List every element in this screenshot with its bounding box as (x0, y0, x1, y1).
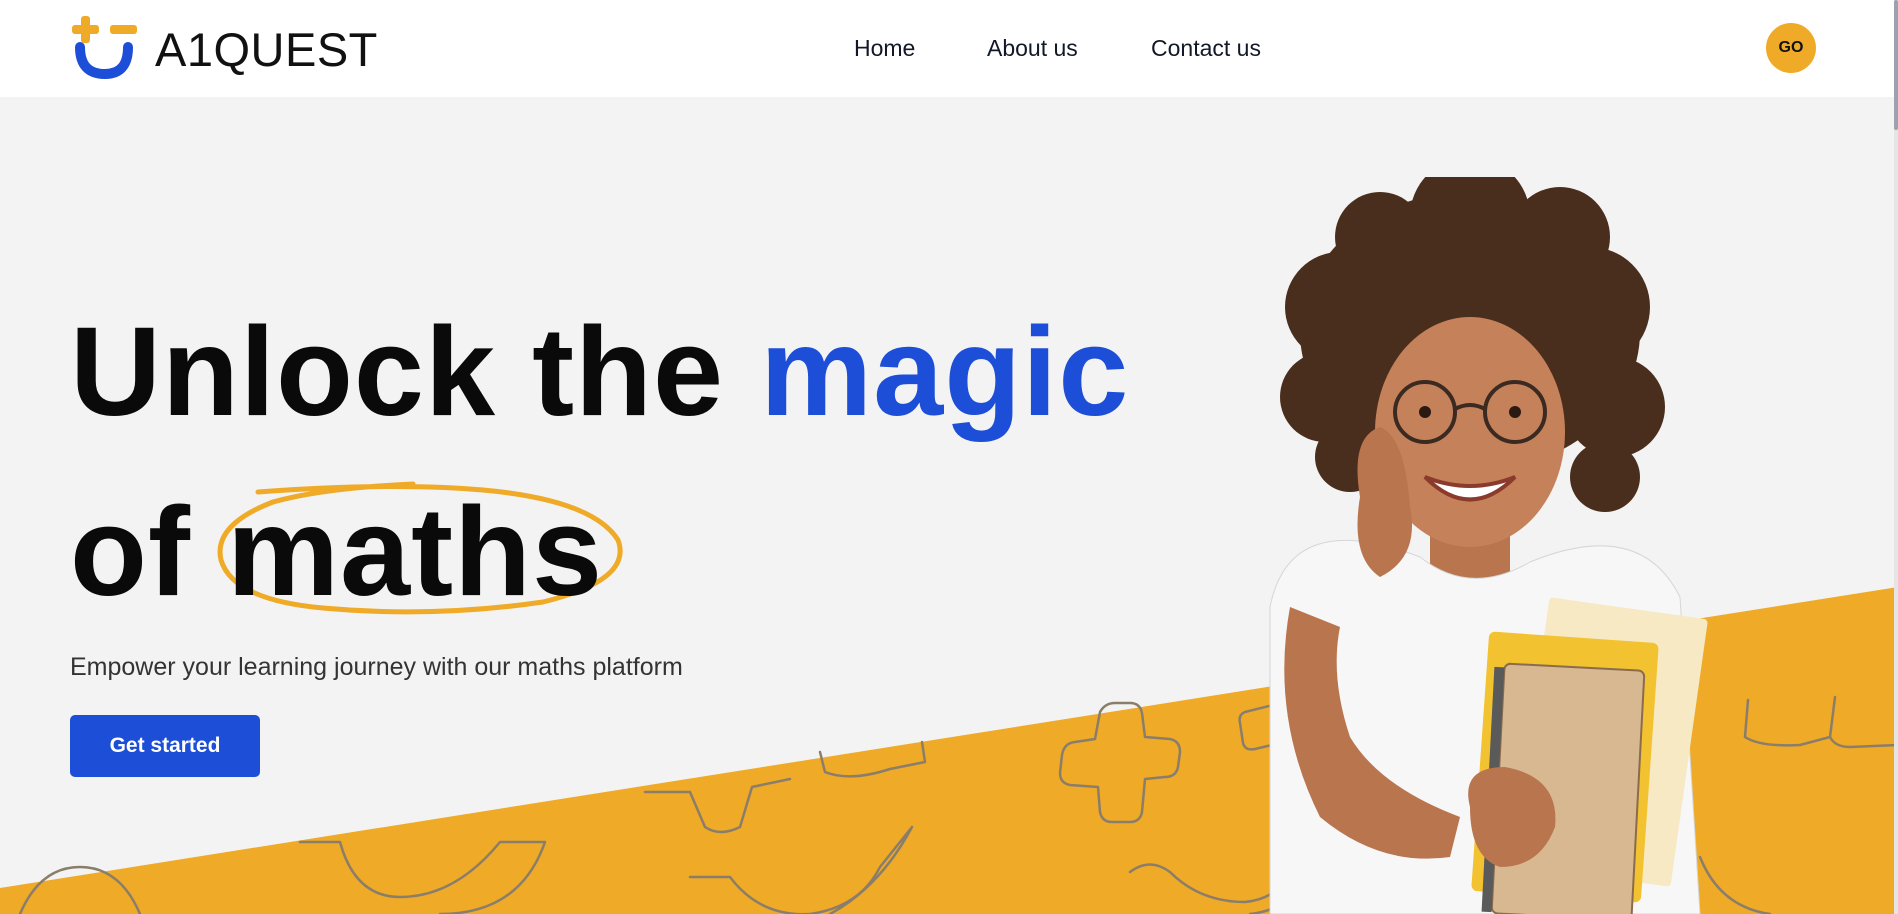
brand-logo[interactable]: A1QUEST (70, 14, 377, 80)
nav-home-link[interactable]: Home (854, 30, 915, 66)
scrollbar-thumb[interactable] (1894, 0, 1898, 130)
student-illustration (1269, 177, 1708, 914)
headline-text: Unlock the (70, 301, 725, 442)
app-root: A1QUEST Home About us Contact us GO Unlo… (0, 0, 1898, 914)
hero-headline: Unlock the magic of maths (70, 282, 1129, 642)
headline-prefix: of (70, 481, 191, 622)
headline-circled-word-wrapper: maths (217, 462, 623, 642)
headline-line-2: of maths (70, 462, 1129, 642)
headline-circled-word: maths (226, 481, 604, 622)
site-header: A1QUEST Home About us Contact us GO (0, 0, 1898, 97)
headline-line-1: Unlock the magic (70, 282, 1129, 462)
hero-subtext: Empower your learning journey with our m… (70, 653, 683, 681)
nav-contact-link[interactable]: Contact us (1151, 30, 1261, 66)
nav-about-link[interactable]: About us (987, 30, 1078, 66)
page-scrollbar[interactable] (1894, 0, 1898, 914)
get-started-button[interactable]: Get started (70, 715, 260, 777)
headline-accent-word: magic (760, 301, 1130, 442)
logo-icon (72, 16, 137, 80)
brand-name: A1QUEST (155, 23, 378, 76)
hero-section: Unlock the magic of maths Empower your l… (0, 97, 1898, 914)
go-button[interactable]: GO (1766, 23, 1816, 73)
